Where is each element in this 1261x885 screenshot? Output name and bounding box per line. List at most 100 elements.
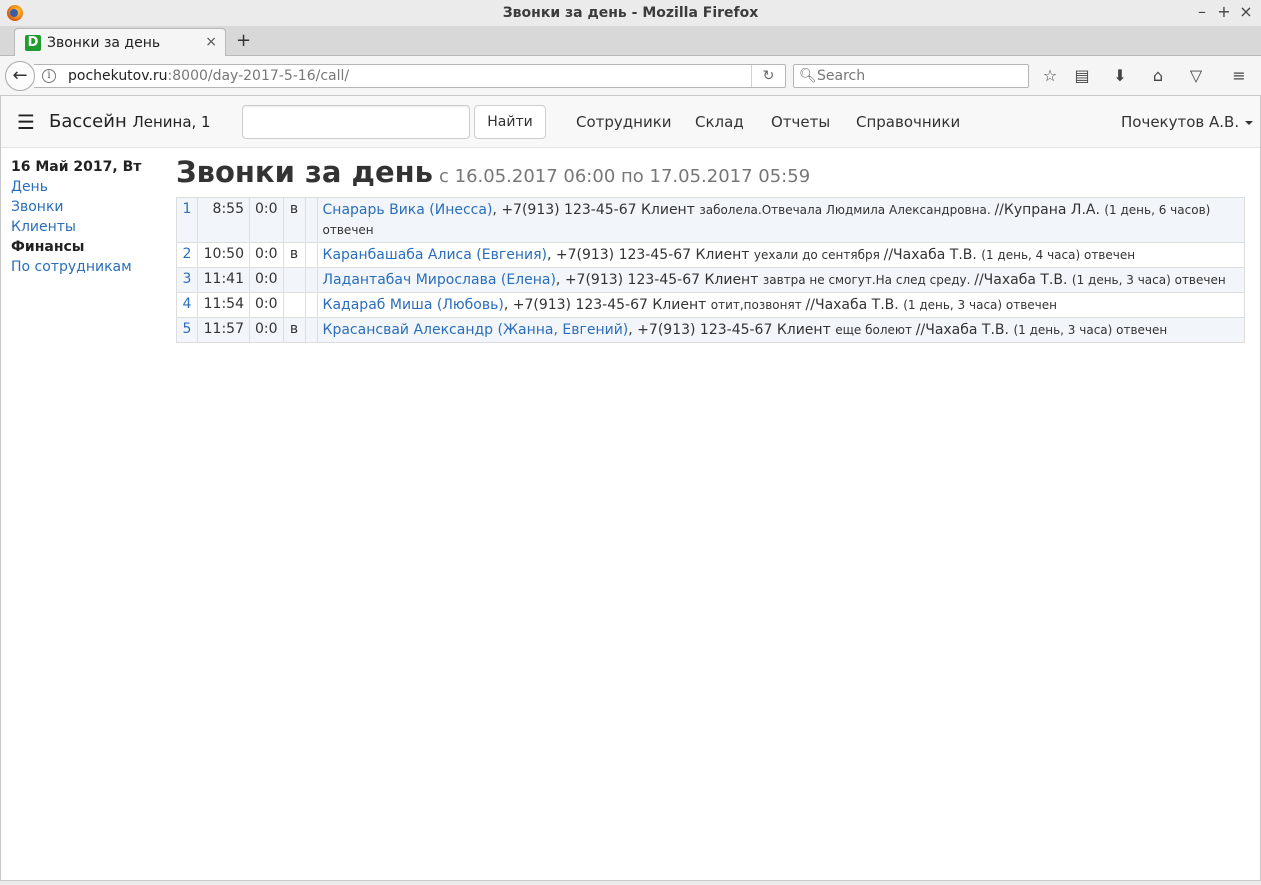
page-subtitle: с 16.05.2017 06:00 по 17.05.2017 05:59 (439, 166, 811, 187)
pocket-icon[interactable]: ▽ (1185, 65, 1207, 87)
table-row: 3 11:41 0:0 Ладантабач Мирослава (Елена)… (176, 267, 1246, 293)
nav-employees[interactable]: Сотрудники (576, 113, 672, 131)
new-tab-button[interactable]: + (236, 30, 251, 51)
call-description: Каранбашаба Алиса (Евгения), +7(913) 123… (316, 242, 1246, 268)
search-icon: 🔍︎ (799, 68, 817, 84)
maximize-button[interactable]: + (1215, 3, 1233, 21)
tab-close-icon[interactable]: × (205, 34, 217, 50)
nav-directories[interactable]: Справочники (856, 113, 960, 131)
row-number-cell: 4 (176, 292, 198, 318)
sidebar-item-calls[interactable]: Звонки (11, 197, 171, 217)
call-status: (1 день, 3 часа) отвечен (903, 298, 1057, 312)
call-status: (1 день, 4 часа) отвечен (981, 248, 1136, 262)
client-link[interactable]: Кадараб Миша (Любовь) (323, 297, 504, 313)
back-arrow-icon: ← (12, 65, 28, 86)
user-menu[interactable]: Почекутов А.В. (1121, 113, 1254, 131)
brand-address: Ленина, 1 (132, 113, 211, 131)
row-number-link[interactable]: 1 (183, 201, 192, 217)
tab-calls-per-day[interactable]: D Звонки за день × (14, 28, 226, 57)
bookmark-star-icon[interactable]: ☆ (1039, 65, 1061, 87)
call-flag (304, 242, 318, 268)
client-link[interactable]: Снарарь Вика (Инесса) (323, 202, 493, 218)
nav-bar: i pochekutov.ru:8000/day-2017-5-16/call/… (0, 56, 1261, 96)
call-description: Кадараб Миша (Любовь), +7(913) 123-45-67… (316, 292, 1246, 318)
tab-label: Звонки за день (47, 35, 161, 51)
call-operator: //Купрана Л.А. (994, 202, 1105, 218)
table-row: 2 10:50 0:0 в Каранбашаба Алиса (Евгения… (176, 242, 1246, 268)
call-operator: //Чахаба Т.В. (883, 247, 982, 263)
menu-icon[interactable]: ≡ (1228, 65, 1250, 87)
window-titlebar: Звонки за день - Mozilla Firefox – + × (0, 0, 1261, 26)
call-operator: //Чахаба Т.В. (974, 272, 1072, 288)
call-duration: 0:0 (249, 197, 284, 243)
client-phone: , +7(913) 123-45-67 Клиент (628, 322, 836, 338)
search-bar[interactable]: 🔍︎ (793, 64, 1029, 88)
window-title: Звонки за день - Mozilla Firefox (502, 5, 759, 21)
find-button[interactable]: Найти (474, 105, 546, 139)
client-phone: , +7(913) 123-45-67 Клиент (503, 297, 711, 313)
call-description: Ладантабач Мирослава (Елена), +7(913) 12… (316, 267, 1246, 293)
call-flag (304, 197, 318, 243)
sidebar: 16 Май 2017, Вт День Звонки Клиенты Фина… (11, 157, 171, 277)
client-phone: , +7(913) 123-45-67 Клиент (492, 202, 700, 218)
row-number-cell: 5 (176, 317, 198, 343)
tab-strip: D Звонки за день × + (0, 26, 1261, 57)
call-note: завтра не смогут.На след среду. (762, 273, 975, 287)
downloads-icon[interactable]: ⬇ (1109, 65, 1131, 87)
minimize-button[interactable]: – (1193, 3, 1211, 21)
nav-reports[interactable]: Отчеты (771, 113, 830, 131)
client-link[interactable]: Ладантабач Мирослава (Елена) (323, 272, 556, 288)
reload-icon[interactable]: ↻ (751, 65, 785, 87)
table-row: 4 11:54 0:0 Кадараб Миша (Любовь), +7(91… (176, 292, 1246, 318)
url-path: :8000/day-2017-5-16/call/ (167, 68, 350, 84)
call-operator: //Чахаба Т.В. (915, 322, 1014, 338)
call-flag (304, 292, 318, 318)
call-direction (282, 292, 306, 318)
row-number-link[interactable]: 2 (183, 246, 192, 262)
row-number-link[interactable]: 3 (183, 271, 192, 287)
back-button[interactable]: ← (5, 61, 35, 91)
row-number-cell: 2 (176, 242, 198, 268)
call-status: (1 день, 3 часа) отвечен (1013, 323, 1168, 337)
page-heading: Звонки за день с 16.05.2017 06:00 по 17.0… (176, 155, 810, 189)
url-text[interactable]: pochekutov.ru:8000/day-2017-5-16/call/ (68, 68, 349, 84)
client-phone: , +7(913) 123-45-67 Клиент (555, 272, 763, 288)
url-host: pochekutov.ru (68, 68, 168, 84)
call-duration: 0:0 (249, 317, 284, 343)
sidebar-item-clients[interactable]: Клиенты (11, 217, 171, 237)
call-time: 11:54 (197, 292, 250, 318)
url-bar[interactable]: i pochekutov.ru:8000/day-2017-5-16/call/… (34, 64, 786, 88)
home-icon[interactable]: ⌂ (1147, 65, 1169, 87)
site-info-icon[interactable]: i (42, 69, 56, 83)
client-link[interactable]: Красансвай Александр (Жанна, Евгений) (323, 322, 629, 338)
client-phone: , +7(913) 123-45-67 Клиент (546, 247, 754, 263)
table-row: 1 8:55 0:0 в Снарарь Вика (Инесса), +7(9… (176, 197, 1246, 243)
client-link[interactable]: Каранбашаба Алиса (Евгения) (323, 247, 547, 263)
nav-warehouse[interactable]: Склад (695, 113, 744, 131)
call-note: еще болеют (835, 323, 916, 337)
call-direction: в (282, 317, 306, 343)
row-number-link[interactable]: 4 (183, 296, 192, 312)
site-favicon-icon: D (25, 35, 41, 51)
page-title: Звонки за день (176, 155, 433, 189)
sidebar-item-by-employees[interactable]: По сотрудникам (11, 257, 171, 277)
call-time: 11:41 (197, 267, 250, 293)
header-search-input[interactable] (242, 105, 470, 139)
hamburger-menu-icon[interactable]: ☰ (17, 110, 35, 134)
call-description: Красансвай Александр (Жанна, Евгений), +… (316, 317, 1246, 343)
call-status: (1 день, 3 часа) отвечен (1071, 273, 1226, 287)
app-header: ☰ Бассейн Ленина, 1 Найти Сотрудники Скл… (1, 96, 1260, 148)
call-flag (304, 267, 318, 293)
close-window-button[interactable]: × (1237, 3, 1255, 21)
sidebar-item-day[interactable]: День (11, 177, 171, 197)
window-edge-left (0, 96, 1, 880)
brand[interactable]: Бассейн Ленина, 1 (49, 111, 211, 132)
row-number-link[interactable]: 5 (183, 321, 192, 337)
call-flag (304, 317, 318, 343)
call-operator: //Чахаба Т.В. (805, 297, 904, 313)
table-row: 5 11:57 0:0 в Красансвай Александр (Жанн… (176, 317, 1246, 343)
browser-search-input[interactable] (817, 67, 1017, 85)
reading-list-icon[interactable]: ▤ (1071, 65, 1093, 87)
call-direction: в (282, 242, 306, 268)
sidebar-item-finance: Финансы (11, 239, 85, 255)
